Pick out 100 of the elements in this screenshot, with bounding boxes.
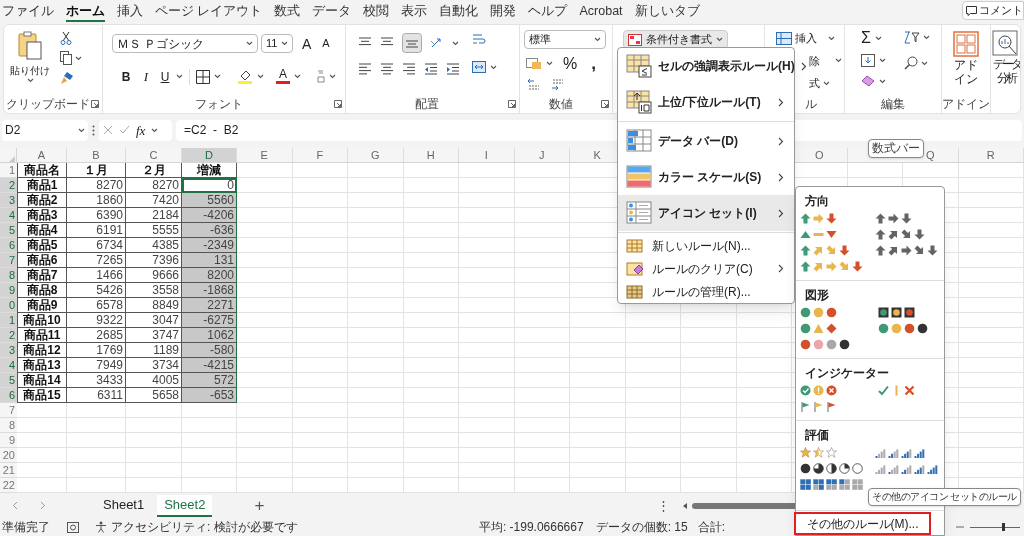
conditional-format-icon[interactable] <box>628 33 642 46</box>
underline-button[interactable]: U <box>158 67 172 86</box>
row-header[interactable]: 20 <box>0 448 17 463</box>
orientation-icon[interactable] <box>430 37 444 49</box>
row-header[interactable]: 4 <box>0 358 17 373</box>
accounting-format-icon[interactable] <box>526 57 542 70</box>
ribbon-tab[interactable]: 表示 <box>401 2 428 22</box>
menu-item[interactable]: 新しいルール(N)... <box>618 234 794 257</box>
paste-button[interactable]: 貼り付け <box>8 29 52 95</box>
caret-icon[interactable] <box>151 127 159 133</box>
chevron-right-icon[interactable] <box>778 264 784 273</box>
decrease-indent-icon[interactable] <box>424 63 438 75</box>
merge-cells-icon[interactable] <box>472 61 486 73</box>
fill-color-icon[interactable] <box>237 69 253 85</box>
row-header[interactable]: 6 <box>0 238 17 253</box>
comment-icon[interactable] <box>966 5 977 16</box>
caret-icon[interactable] <box>294 74 301 80</box>
ribbon-tab[interactable]: データ <box>312 2 352 22</box>
caret-icon[interactable] <box>281 41 288 46</box>
caret-icon[interactable] <box>214 74 221 80</box>
more-options-icon[interactable] <box>92 124 95 136</box>
caret-icon[interactable] <box>921 60 928 66</box>
row-header[interactable]: 3 <box>0 193 17 208</box>
autosum-button[interactable]: Σ <box>861 30 871 46</box>
caret-icon[interactable] <box>828 35 835 41</box>
chevron-right-icon[interactable] <box>778 97 784 107</box>
font-name-field[interactable]: ＭＳ Ｐゴシック <box>112 34 258 53</box>
caret-icon[interactable] <box>594 37 601 42</box>
menu-item[interactable]: ルールのクリア(C) <box>618 257 794 280</box>
eraser-icon[interactable] <box>861 75 875 87</box>
menu-item[interactable]: アイコン セット(I) <box>618 195 794 231</box>
caret-icon[interactable] <box>823 80 830 86</box>
font-size-field[interactable]: 11 <box>261 34 293 53</box>
caret-icon[interactable] <box>78 127 85 133</box>
clear-rules-icon[interactable] <box>626 261 644 276</box>
clipboard-icon[interactable] <box>17 31 43 61</box>
row-header[interactable]: 21 <box>0 463 17 478</box>
row-header[interactable]: 0 <box>0 298 17 313</box>
sheet-tab[interactable]: Sheet2 <box>157 494 213 517</box>
row-header[interactable]: 9 <box>0 283 17 298</box>
row-header[interactable]: 5 <box>0 223 17 238</box>
sort-filter-icon[interactable] <box>904 31 920 44</box>
new-rule-icon[interactable] <box>626 238 644 253</box>
previous-sheet-icon[interactable] <box>12 501 18 510</box>
row-header[interactable]: 5 <box>0 373 17 388</box>
align-right-icon[interactable] <box>402 63 416 75</box>
caret-icon[interactable] <box>874 35 882 41</box>
shrink-font-button[interactable]: A <box>322 38 330 49</box>
caret-icon[interactable] <box>835 58 842 64</box>
ribbon-tab[interactable]: 新しいタブ <box>634 2 700 22</box>
sheet-tab[interactable]: Sheet1 <box>96 494 152 517</box>
align-left-icon[interactable] <box>358 63 372 75</box>
chevron-right-icon[interactable] <box>778 208 784 218</box>
search-icon[interactable] <box>904 56 918 70</box>
caret-icon[interactable] <box>26 78 34 83</box>
row-header[interactable]: 8 <box>0 268 17 283</box>
row-header[interactable]: 7 <box>0 403 17 418</box>
column-header[interactable]: D <box>182 148 237 162</box>
insert-function-button[interactable]: fx <box>136 123 146 137</box>
magnifier-chart-icon[interactable] <box>992 30 1018 56</box>
delete-button[interactable]: 除 <box>809 52 820 69</box>
row-header[interactable]: 9 <box>0 433 17 448</box>
row-header[interactable]: 2 <box>0 328 17 343</box>
insert-cells-icon[interactable] <box>776 31 792 45</box>
ribbon-tab[interactable]: ヘルプ <box>528 2 568 22</box>
fill-icon[interactable] <box>861 54 875 67</box>
row-header[interactable]: 4 <box>0 208 17 223</box>
ribbon-tab[interactable]: 挿入 <box>117 2 143 22</box>
more-options-button[interactable]: ⋮ <box>657 499 671 512</box>
caret-icon[interactable] <box>246 41 253 46</box>
macro-record-icon[interactable] <box>67 521 79 533</box>
format-painter-icon[interactable] <box>60 71 74 85</box>
align-center-icon[interactable] <box>380 63 394 75</box>
caret-icon[interactable] <box>716 37 723 42</box>
align-bottom-icon[interactable] <box>402 33 422 53</box>
caret-icon[interactable] <box>329 74 336 80</box>
top-bottom-rules-icon[interactable] <box>626 90 652 114</box>
ribbon-tab[interactable]: 数式 <box>274 2 301 22</box>
increase-indent-icon[interactable] <box>446 63 460 75</box>
insert-button[interactable]: 挿入 <box>795 30 817 47</box>
chevron-right-icon[interactable] <box>800 61 807 71</box>
caret-icon[interactable] <box>176 74 183 80</box>
add-sheet-button[interactable]: + <box>254 497 265 514</box>
menu-item[interactable]: セルの強調表示ルール(H) <box>618 48 794 84</box>
italic-button[interactable]: I <box>138 67 154 87</box>
scissors-icon[interactable] <box>60 31 72 45</box>
grow-font-button[interactable]: A <box>302 36 312 51</box>
font-color-button[interactable]: A <box>276 69 290 85</box>
wrap-text-icon[interactable] <box>472 33 486 47</box>
comment-button[interactable]: コメント <box>962 1 1024 20</box>
ribbon-tab[interactable]: 開発 <box>490 2 517 22</box>
next-sheet-icon[interactable] <box>40 501 46 510</box>
name-box[interactable]: D2 <box>2 119 88 141</box>
bold-button[interactable]: B <box>118 67 134 86</box>
row-header[interactable]: 1 <box>0 313 17 328</box>
copy-icon[interactable] <box>60 51 72 65</box>
percent-button[interactable]: % <box>563 55 578 72</box>
caret-icon[interactable] <box>546 61 553 66</box>
borders-icon[interactable] <box>196 69 210 84</box>
number-format-field[interactable]: 標準 <box>524 30 606 49</box>
